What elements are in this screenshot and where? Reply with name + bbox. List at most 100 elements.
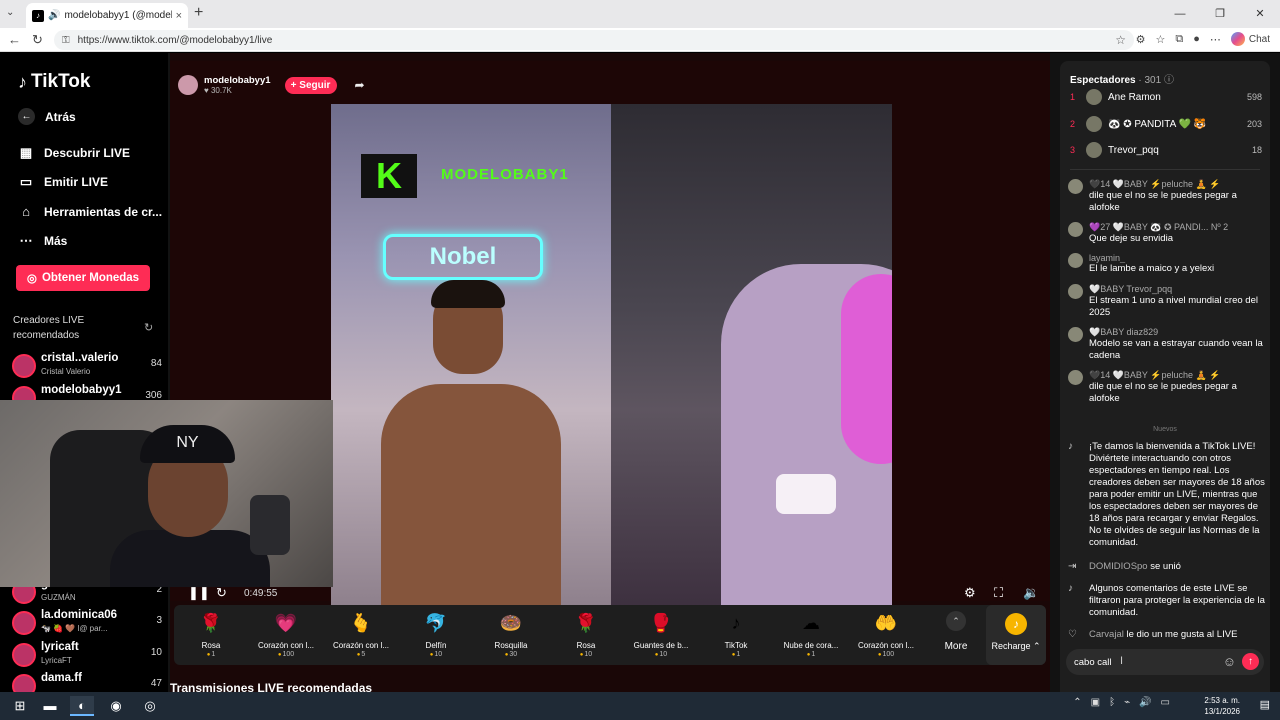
gift-item[interactable]: ♪ TikTok 1 [699, 611, 773, 661]
pause-icon[interactable]: ❚❚ [188, 585, 210, 601]
gift-item[interactable]: 🫰 Corazón con l... 5 [324, 611, 398, 661]
chat-message[interactable]: 🤍BABY diaz829 Modelo se van a estrayar c… [1068, 327, 1264, 362]
new-tab-icon[interactable]: + [194, 4, 203, 22]
creator-item[interactable]: la.dominica06 🐄 🍓 🤎 l@ par... 3 [10, 609, 162, 637]
join-user[interactable]: DOMIDIOSpo [1089, 561, 1148, 572]
menu-dots-icon[interactable]: ⋯ [1210, 33, 1221, 46]
chat-text: Que deje su envidia [1089, 233, 1173, 244]
coin-icon: ◎ [26, 273, 37, 285]
rank-number: 1 [1070, 92, 1076, 102]
collections-icon[interactable]: ⧉ [1175, 33, 1183, 46]
clock[interactable]: 2:53 a. m. 13/1/2026 [1204, 695, 1240, 717]
battery-icon[interactable]: ▭ [1161, 697, 1170, 708]
settings-gear-icon[interactable]: ⚙ [964, 585, 976, 601]
get-coins-button[interactable]: ◎ Obtener Monedas [16, 265, 150, 291]
creator-item[interactable]: cristal..valerio Cristal Valerio 84 [10, 352, 162, 380]
copilot-chat-button[interactable]: Chat [1230, 32, 1270, 46]
gift-item[interactable]: 🌹 Rosa 1 [174, 611, 248, 661]
creator-item[interactable]: lyricaft LyricaFT 10 [10, 641, 162, 669]
coins-label: Obtener Monedas [41, 272, 140, 284]
extensions-icon[interactable]: ⚙ [1136, 33, 1146, 46]
back-arrow-icon[interactable]: ← [8, 32, 21, 47]
like-user[interactable]: Carvajal [1089, 629, 1124, 640]
top-viewer[interactable]: 2 🐼 ✪ PANDITA 💚 🐯 203 [1070, 114, 1262, 134]
nav-label: Descubrir LIVE [44, 146, 131, 160]
gift-item[interactable]: ☁ Nube de cora... 1 [774, 611, 848, 661]
address-bar: ← ↻ ⚿ https://www.tiktok.com/@modelobaby… [0, 28, 1280, 52]
refresh-icon[interactable]: ↻ [144, 321, 153, 334]
tiktok-logo[interactable]: ♪ TikTok [18, 71, 90, 93]
volume-icon[interactable]: 🔊 [1139, 697, 1151, 708]
minimize-icon[interactable]: — [1160, 0, 1200, 28]
close-window-icon[interactable]: ✕ [1240, 0, 1280, 28]
gift-item[interactable]: 🤲 Corazón con l... 100 [849, 611, 923, 661]
restore-icon[interactable]: ❐ [1200, 0, 1240, 28]
nav-creator-tools[interactable]: ⌂ Herramientas de cr... [18, 204, 162, 219]
back-link[interactable]: ← Atrás [18, 108, 76, 125]
gift-price: 100 [849, 651, 923, 658]
fullscreen-icon[interactable]: ⛶ [994, 585, 1003, 601]
obs-icon[interactable]: ◎ [138, 696, 162, 716]
speaker-icon[interactable]: 🔊 [48, 10, 60, 21]
chat-message[interactable]: 💜27 🤍BABY 🐼 ✪ PANDI... Nº 2 Que deje su … [1068, 222, 1264, 245]
gift-item[interactable]: 🐬 Delfín 10 [399, 611, 473, 661]
app-tray-icon[interactable]: ▣ [1091, 697, 1100, 708]
chat-panel: Espectadores · 301 ⓘ 1 Ane Ramon 598 2 🐼… [1060, 61, 1270, 692]
host-name[interactable]: modelobabyy1 [204, 75, 271, 86]
send-button[interactable]: ↑ [1242, 653, 1259, 670]
chevron-up-icon[interactable]: ⌃ [1073, 697, 1081, 708]
file-explorer-icon[interactable]: ▬ [38, 696, 62, 716]
viewers-header[interactable]: Espectadores · 301 ⓘ [1070, 71, 1174, 86]
favorite-star-icon[interactable]: ☆ [1115, 33, 1126, 47]
windows-start-icon[interactable]: ⊞ [8, 696, 32, 716]
gift-price: 5 [324, 651, 398, 658]
chrome-icon[interactable]: ◉ [104, 696, 128, 716]
help-icon[interactable]: ⓘ [1164, 75, 1174, 86]
recharge-button[interactable]: ♪ Recharge ⌃ [986, 605, 1046, 665]
chat-message[interactable]: 🖤14 🤍BABY ⚡peluche 🧘 ⚡ dile que el no se… [1068, 179, 1264, 214]
gift-item[interactable]: 💗 Corazón con l... 100 [249, 611, 323, 661]
webcam-cap: NY [140, 425, 235, 463]
chat-input[interactable]: cabo call I ☺ ↑ [1066, 649, 1264, 675]
rank-number: 2 [1070, 119, 1076, 129]
chat-input-value[interactable]: cabo call [1074, 657, 1112, 668]
gift-item[interactable]: 🥊 Guantes de b... 10 [624, 611, 698, 661]
notifications-icon[interactable]: ▤ [1260, 698, 1270, 711]
gift-item[interactable]: 🌹 Rosa 10 [549, 611, 623, 661]
stream-video-right[interactable] [611, 104, 892, 614]
favorites-icon[interactable]: ☆ [1155, 33, 1165, 46]
host-avatar[interactable] [178, 75, 198, 95]
share-icon[interactable]: ➦ [355, 78, 365, 92]
chat-message[interactable]: layamin_ El le lambe a maico y a yelexi [1068, 253, 1264, 275]
follow-button[interactable]: + Seguir [284, 76, 337, 94]
heart-icon: ♥ [204, 86, 211, 95]
text-cursor-icon: I [1120, 655, 1124, 667]
bluetooth-icon[interactable]: ᛒ [1109, 697, 1115, 708]
tab-list-chevron-icon[interactable]: ⌄ [6, 7, 14, 18]
gift-item[interactable]: 🍩 Rosquilla 30 [474, 611, 548, 661]
network-icon[interactable]: ⌁ [1124, 697, 1130, 708]
top-viewer[interactable]: 1 Ane Ramon 598 [1070, 87, 1262, 107]
edge-browser-icon[interactable]: ◐ [70, 696, 94, 716]
viewers-label: Espectadores [1070, 75, 1136, 86]
close-tab-icon[interactable]: × [176, 10, 182, 22]
browser-tab[interactable]: ♪ 🔊 modelobabyy1 (@modelobab × [26, 3, 188, 28]
nav-more[interactable]: ⋯ Más [18, 233, 68, 249]
profile-avatar-icon[interactable]: ● [1193, 33, 1200, 45]
nav-go-live[interactable]: ▭ Emitir LIVE [18, 174, 108, 190]
creator-sub: Cristal Valerio [41, 367, 91, 376]
nav-discover-live[interactable]: ▦ Descubrir LIVE [18, 145, 130, 161]
more-gifts-button[interactable]: ⌃ More [934, 611, 978, 652]
top-viewer[interactable]: 3 Trevor_pqq 18 [1070, 140, 1262, 160]
reload-icon[interactable]: ↻ [32, 32, 43, 48]
tab-title: modelobabyy1 (@modelobab [64, 10, 171, 21]
emoji-icon[interactable]: ☺ [1223, 654, 1236, 669]
site-info-icon[interactable]: ⚿ [62, 35, 70, 46]
stream-video-left[interactable]: K MODELOBABY1 Nobel [331, 104, 611, 614]
replay-icon[interactable]: ↻ [216, 585, 227, 601]
chat-message[interactable]: 🖤14 🤍BABY ⚡peluche 🧘 ⚡ dile que el no se… [1068, 370, 1264, 405]
chat-message[interactable]: 🤍BABY Trevor_pqq El stream 1 uno a nivel… [1068, 284, 1264, 319]
url-field[interactable]: ⚿ https://www.tiktok.com/@modelobabyy1/l… [54, 30, 1134, 50]
chat-user: 🤍BABY Trevor_pqq [1089, 284, 1173, 294]
volume-icon[interactable]: 🔉 [1023, 585, 1039, 601]
